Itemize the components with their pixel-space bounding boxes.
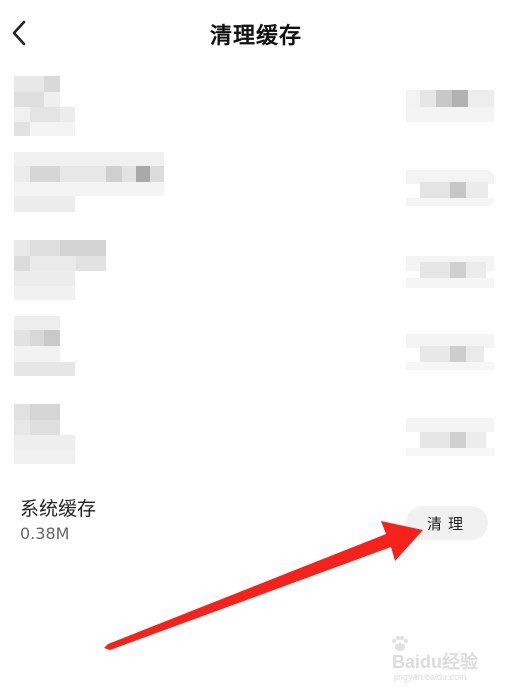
annotation-arrow-icon <box>104 521 423 650</box>
watermark-logo: Baidu经验 jingyan.baidu.com <box>392 636 508 682</box>
watermark-url: jingyan.baidu.com <box>394 672 467 682</box>
watermark-brand: Baidu经验 <box>392 652 479 672</box>
